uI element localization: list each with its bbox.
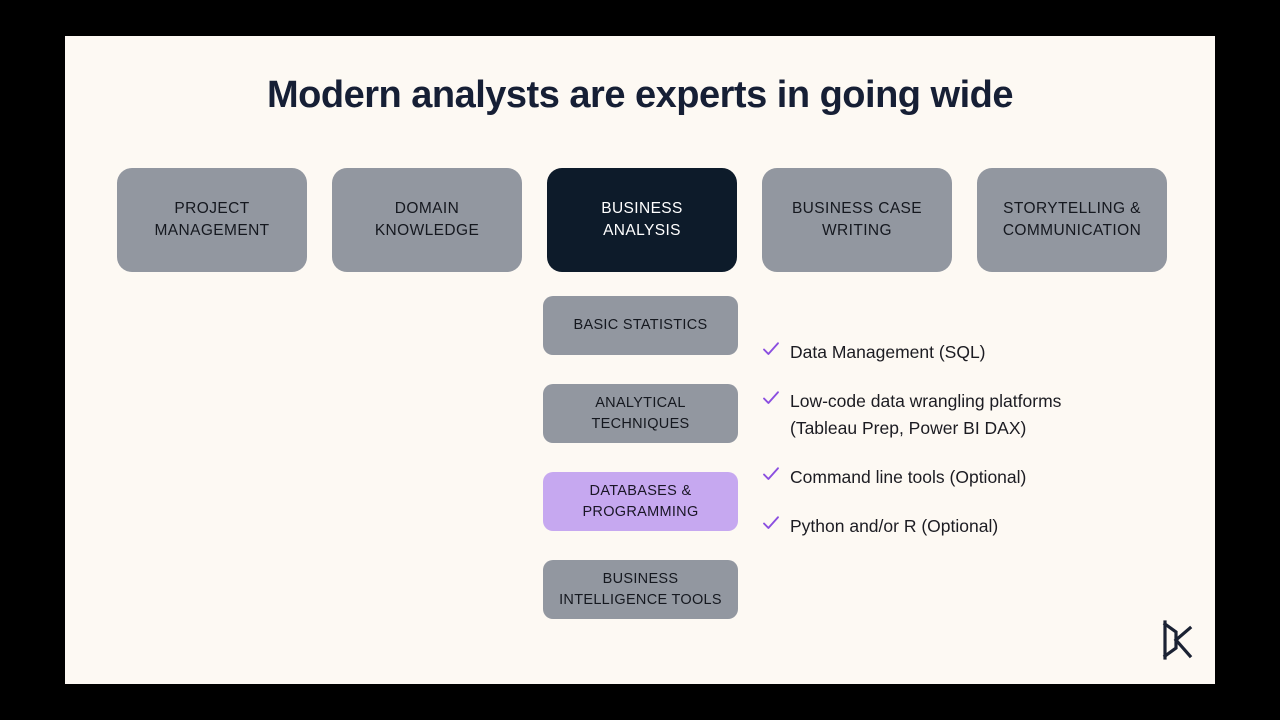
sub-skill-column: BASIC STATISTICS ANALYTICAL TECHNIQUES D… bbox=[543, 296, 738, 619]
sub-skill-label-line1: BASIC STATISTICS bbox=[573, 317, 708, 333]
skill-box-label-line1: BUSINESS CASE bbox=[791, 200, 923, 217]
list-item: Python and/or R (Optional) bbox=[762, 513, 1182, 540]
list-item: Command line tools (Optional) bbox=[762, 464, 1182, 491]
skill-box-label-line2: WRITING bbox=[822, 222, 892, 239]
detail-bullet-list: Data Management (SQL) Low-code data wran… bbox=[762, 339, 1182, 540]
list-item-text: Low-code data wrangling platforms (Table… bbox=[790, 388, 1182, 442]
list-item-line1: Python and/or R (Optional) bbox=[790, 516, 999, 536]
skill-box-label-line1: STORYTELLING & bbox=[1003, 200, 1141, 217]
slide-stage: Modern analysts are experts in going wid… bbox=[0, 0, 1280, 720]
skill-box-label-line1: DOMAIN bbox=[394, 200, 460, 217]
page-title: Modern analysts are experts in going wid… bbox=[266, 74, 1014, 116]
check-icon bbox=[762, 340, 780, 358]
skill-box-label-line2: MANAGEMENT bbox=[154, 222, 270, 239]
sub-skill-box-analytical-techniques[interactable]: ANALYTICAL TECHNIQUES bbox=[543, 384, 738, 443]
sub-skill-label-line2: TECHNIQUES bbox=[591, 415, 690, 432]
check-icon bbox=[762, 514, 780, 532]
sub-skill-label-line2: PROGRAMMING bbox=[582, 503, 699, 520]
list-item-line1: Command line tools (Optional) bbox=[790, 467, 1027, 487]
sub-skill-box-basic-statistics[interactable]: BASIC STATISTICS bbox=[543, 296, 738, 355]
sub-skill-label-line2: INTELLIGENCE TOOLS bbox=[559, 591, 722, 608]
skill-box-label-line2: KNOWLEDGE bbox=[374, 222, 480, 239]
skill-box-project-management[interactable]: PROJECT MANAGEMENT bbox=[117, 168, 307, 272]
list-item-text: Command line tools (Optional) bbox=[790, 464, 1182, 491]
sub-skill-box-databases-programming[interactable]: DATABASES & PROGRAMMING bbox=[543, 472, 738, 531]
skill-row: PROJECT MANAGEMENT DOMAIN KNOWLEDGE BUSI… bbox=[117, 168, 1167, 272]
sub-skill-label-line1: BUSINESS bbox=[602, 570, 679, 587]
sub-skill-box-business-intelligence-tools[interactable]: BUSINESS INTELLIGENCE TOOLS bbox=[543, 560, 738, 619]
slide-canvas: Modern analysts are experts in going wid… bbox=[65, 36, 1215, 684]
list-item-line1: Data Management (SQL) bbox=[790, 342, 986, 362]
list-item-text: Data Management (SQL) bbox=[790, 339, 1182, 366]
list-item-line2: (Tableau Prep, Power BI DAX) bbox=[790, 418, 1027, 438]
list-item-line1: Low-code data wrangling platforms bbox=[790, 391, 1062, 411]
skill-box-storytelling-communication[interactable]: STORYTELLING & COMMUNICATION bbox=[977, 168, 1167, 272]
skill-box-label-line1: PROJECT bbox=[174, 200, 250, 217]
skill-box-label-line2: COMMUNICATION bbox=[1002, 222, 1142, 239]
skill-box-business-analysis[interactable]: BUSINESS ANALYSIS bbox=[547, 168, 737, 272]
skill-box-label-line2: ANALYSIS bbox=[603, 222, 681, 239]
check-icon bbox=[762, 465, 780, 483]
sub-skill-label-line1: DATABASES & bbox=[589, 482, 692, 499]
skill-box-domain-knowledge[interactable]: DOMAIN KNOWLEDGE bbox=[332, 168, 522, 272]
skill-box-business-case-writing[interactable]: BUSINESS CASE WRITING bbox=[762, 168, 952, 272]
check-icon bbox=[762, 389, 780, 407]
skill-box-label-line1: BUSINESS bbox=[601, 200, 683, 217]
list-item: Data Management (SQL) bbox=[762, 339, 1182, 366]
list-item-text: Python and/or R (Optional) bbox=[790, 513, 1182, 540]
dk-monogram-logo-icon bbox=[1153, 617, 1199, 663]
list-item: Low-code data wrangling platforms (Table… bbox=[762, 388, 1182, 442]
sub-skill-label-line1: ANALYTICAL bbox=[595, 394, 686, 411]
